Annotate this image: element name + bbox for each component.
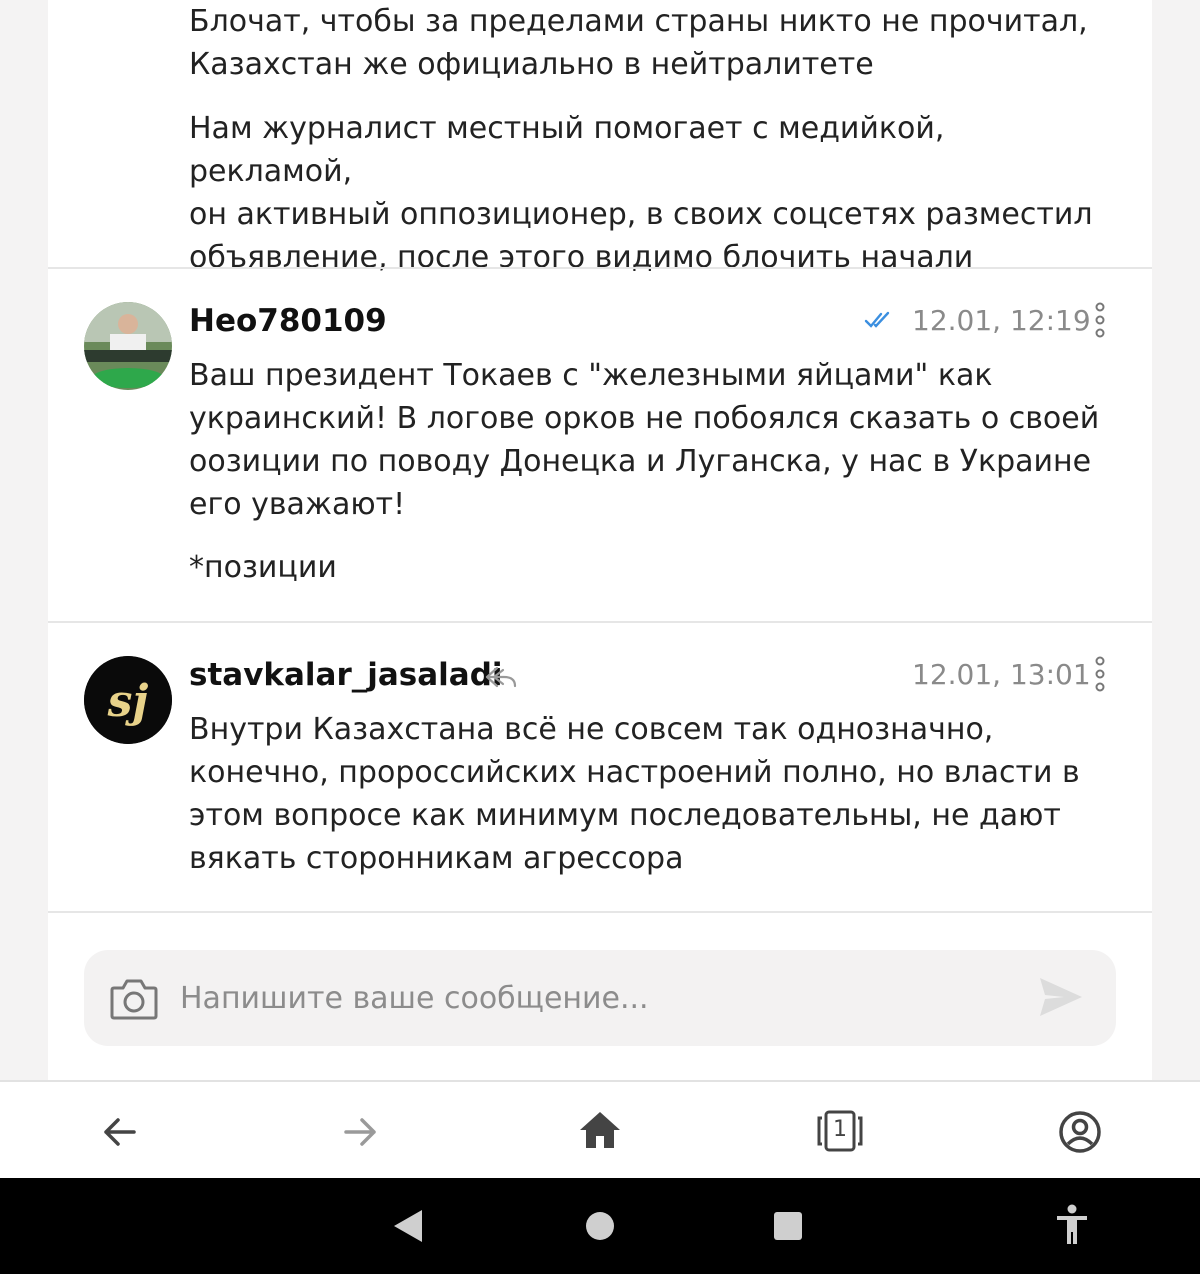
camera-icon[interactable] xyxy=(108,976,160,1022)
sj-logo-icon: sj xyxy=(84,656,172,744)
message-text: Блочат, чтобы за пределами страны никто … xyxy=(189,4,1088,82)
message-text: Нам журналист местный помогает с медийко… xyxy=(189,111,1093,275)
more-options-icon[interactable] xyxy=(1092,656,1108,692)
message-time: 12.01, 13:01 xyxy=(912,658,1091,691)
reply-arrow-icon[interactable] xyxy=(484,664,518,690)
message-time: 12.01, 12:19 xyxy=(912,304,1091,337)
message-text: *позиции xyxy=(189,550,337,585)
send-icon[interactable] xyxy=(1036,972,1086,1022)
more-options-icon[interactable] xyxy=(1092,302,1108,338)
message-divider xyxy=(48,267,1152,269)
message-composer xyxy=(84,950,1116,1046)
avatar[interactable]: sj xyxy=(84,656,172,744)
message-input[interactable] xyxy=(180,972,1020,1024)
forward-arrow-icon[interactable] xyxy=(340,1112,380,1152)
message-divider xyxy=(48,621,1152,623)
tabs-button[interactable]: 1 xyxy=(816,1110,864,1152)
system-recents-icon[interactable] xyxy=(772,1210,804,1242)
browser-toolbar: 1 xyxy=(0,1080,1200,1178)
accessibility-icon[interactable] xyxy=(1054,1204,1090,1246)
avatar-photo-icon xyxy=(84,302,172,390)
back-arrow-icon[interactable] xyxy=(100,1112,140,1152)
profile-icon[interactable] xyxy=(1058,1110,1102,1154)
double-check-icon xyxy=(864,311,890,328)
avatar[interactable] xyxy=(84,302,172,390)
message-text: Внутри Казахстана всё не совсем так одно… xyxy=(189,712,1080,876)
system-back-icon[interactable] xyxy=(392,1208,424,1244)
tab-count: 1 xyxy=(833,1117,847,1142)
message-divider xyxy=(48,911,1152,913)
home-icon[interactable] xyxy=(578,1110,622,1150)
message-text: Ваш президент Токаев с "железными яйцами… xyxy=(189,358,1100,522)
svg-text:sj: sj xyxy=(107,676,149,727)
username[interactable]: stavkalar_jasaladi xyxy=(189,657,503,693)
system-navigation-bar xyxy=(0,1178,1200,1274)
username[interactable]: Нео780109 xyxy=(189,303,387,339)
system-home-icon[interactable] xyxy=(584,1210,616,1242)
